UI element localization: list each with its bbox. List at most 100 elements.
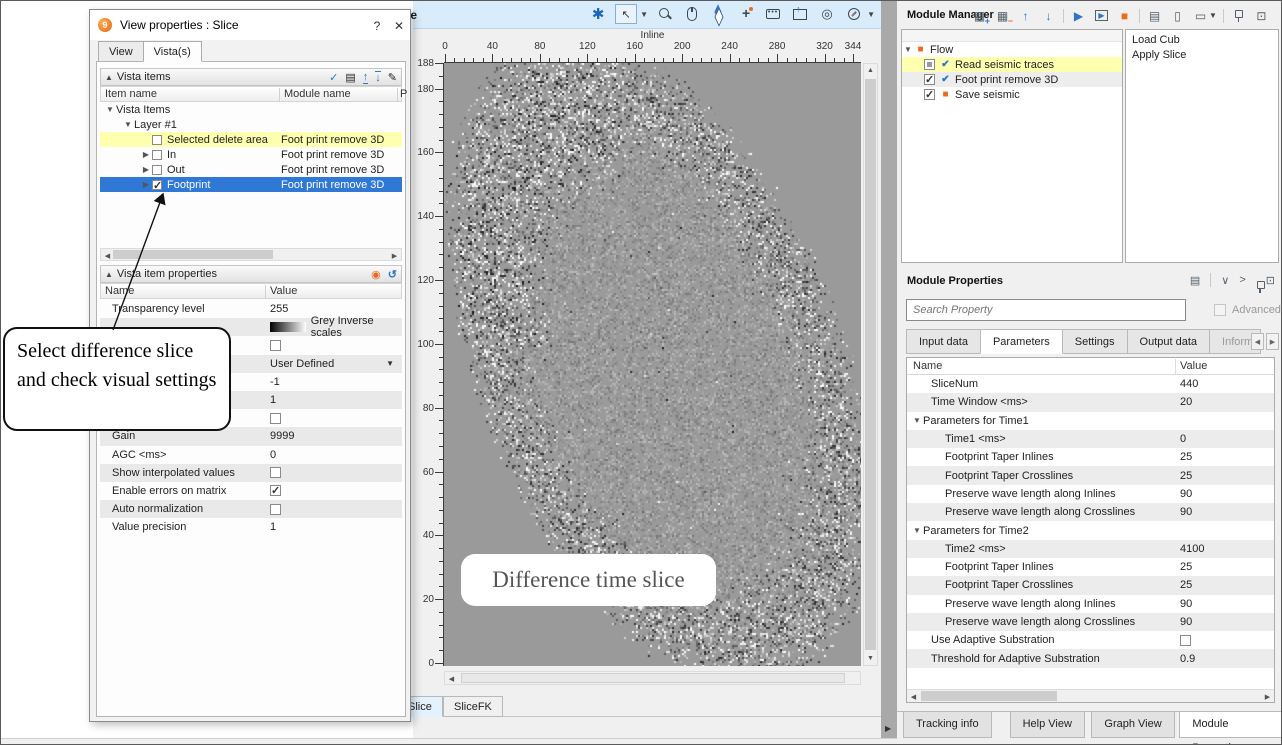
move-down-icon[interactable]: ↓ bbox=[1040, 7, 1057, 24]
expander-icon[interactable]: ▶ bbox=[140, 150, 152, 159]
property-row[interactable]: AGC <ms>0 bbox=[100, 446, 402, 464]
module-checkbox[interactable] bbox=[924, 89, 935, 100]
collapse-icon[interactable]: ▲ bbox=[105, 270, 113, 279]
tab-help-view[interactable]: Help View bbox=[1010, 712, 1085, 738]
chevron-down-icon[interactable]: ∨ bbox=[1221, 274, 1229, 287]
tab-scroll-right-icon[interactable]: ▶ bbox=[1266, 333, 1279, 350]
scroll-down-icon[interactable]: ▼ bbox=[864, 652, 877, 665]
item-checkbox[interactable] bbox=[152, 150, 162, 160]
tree-row[interactable]: ▶FootprintFoot print remove 3D bbox=[100, 177, 402, 192]
param-row[interactable]: Footprint Taper Inlines25 bbox=[907, 558, 1274, 576]
param-row[interactable]: Preserve wave length along Crosslines90 bbox=[907, 503, 1274, 521]
compass-icon[interactable] bbox=[844, 4, 864, 24]
param-row[interactable]: SliceNum440 bbox=[907, 375, 1274, 393]
help-button[interactable]: ? bbox=[368, 17, 386, 35]
stop-icon[interactable]: ■ bbox=[1116, 7, 1133, 24]
param-row[interactable]: Preserve wave length along Inlines90 bbox=[907, 485, 1274, 503]
tab-module-properties[interactable]: Module Properties bbox=[1179, 712, 1282, 738]
expander-icon[interactable]: ▼ bbox=[104, 105, 116, 114]
vista-items-section-header[interactable]: ▲ Vista items ✓ ▤ ↑ ↓ ✎ bbox=[100, 68, 402, 86]
vista-item-properties-section-header[interactable]: ▲ Vista item properties ◉ ↺ bbox=[100, 265, 402, 283]
horizontal-scrollbar-thumb[interactable] bbox=[461, 673, 845, 683]
undo-icon[interactable]: ↺ bbox=[388, 268, 397, 281]
target-icon[interactable]: ◉ bbox=[371, 268, 381, 281]
property-row[interactable]: Enable errors on matrix bbox=[100, 482, 402, 500]
flow-row[interactable]: ▼■Flow bbox=[902, 42, 1122, 57]
param-row[interactable]: Preserve wave length along Crosslines90 bbox=[907, 613, 1274, 631]
expander-icon[interactable]: ▶ bbox=[140, 180, 152, 189]
param-row[interactable]: ▼Parameters for Time2 bbox=[907, 521, 1274, 539]
run-into-icon[interactable]: ▶ bbox=[1093, 7, 1110, 24]
param-row[interactable]: Use Adaptive Substration bbox=[907, 631, 1274, 649]
pin-icon[interactable] bbox=[1230, 7, 1247, 24]
tab-slicefk[interactable]: SliceFK bbox=[443, 696, 503, 717]
move-down-icon[interactable]: ↓ bbox=[375, 71, 381, 84]
item-checkbox[interactable] bbox=[152, 165, 162, 175]
value-checkbox[interactable] bbox=[270, 485, 281, 496]
tree-horizontal-scrollbar[interactable]: ◀ ▶ bbox=[100, 248, 402, 261]
property-row[interactable]: Value precision1 bbox=[100, 518, 402, 536]
value-checkbox[interactable] bbox=[270, 467, 281, 478]
tree-row[interactable]: ▼Layer #1 bbox=[100, 117, 402, 132]
flow-list-icon[interactable]: ▤ bbox=[1146, 7, 1163, 24]
param-row[interactable]: Footprint Taper Crosslines25 bbox=[907, 466, 1274, 484]
eraser-icon[interactable]: ✎ bbox=[388, 71, 397, 84]
vertical-scrollbar[interactable]: ▲ ▼ bbox=[863, 63, 878, 666]
float-icon[interactable]: ⊡ bbox=[1253, 7, 1270, 24]
tab-vista(s)[interactable]: Vista(s) bbox=[143, 41, 202, 62]
parameters-horizontal-scrollbar[interactable]: ◀ ▶ bbox=[907, 689, 1274, 702]
value-checkbox[interactable] bbox=[270, 340, 281, 351]
tab-tracking-info[interactable]: Tracking info bbox=[903, 712, 992, 738]
window-layout-icon[interactable]: ▭ bbox=[1192, 7, 1209, 24]
item-checkbox[interactable] bbox=[152, 135, 162, 145]
expander-icon[interactable]: ▶ bbox=[140, 165, 152, 174]
tab-scroll-right-icon[interactable]: ▶ bbox=[885, 724, 891, 733]
flow-row[interactable]: ■Save seismic bbox=[902, 87, 1122, 102]
scrollbar-thumb[interactable] bbox=[921, 691, 1057, 701]
expander-icon[interactable]: ▼ bbox=[911, 526, 923, 535]
value-checkbox[interactable] bbox=[270, 504, 281, 515]
tab-view[interactable]: View bbox=[98, 41, 144, 62]
tab-scroll-left-icon[interactable]: ◀ bbox=[1251, 333, 1264, 350]
dialog-titlebar[interactable]: 9 View properties : Slice ? ✕ bbox=[90, 10, 410, 40]
float-icon[interactable]: ⊡ bbox=[1266, 274, 1275, 287]
param-row[interactable]: Threshold for Adaptive Substration0.9 bbox=[907, 649, 1274, 667]
param-row[interactable]: Preserve wave length along Inlines90 bbox=[907, 595, 1274, 613]
scroll-left-icon[interactable]: ◀ bbox=[907, 690, 920, 703]
tab-graph-view[interactable]: Graph View bbox=[1091, 712, 1174, 738]
new-document-icon[interactable]: ▯ bbox=[1169, 7, 1186, 24]
item-checkbox[interactable] bbox=[152, 180, 162, 190]
tree-row[interactable]: Selected delete areaFoot print remove 3D bbox=[100, 132, 402, 147]
tab-input-data[interactable]: Input data bbox=[906, 329, 981, 354]
property-row[interactable]: Auto normalization bbox=[100, 500, 402, 518]
remove-module-icon[interactable]: ▦− bbox=[994, 7, 1011, 24]
scrollbar-thumb[interactable] bbox=[113, 250, 273, 259]
expander-icon[interactable]: ▼ bbox=[122, 120, 134, 129]
tree-row[interactable]: ▼Vista Items bbox=[100, 102, 402, 117]
tab-output-data[interactable]: Output data bbox=[1127, 329, 1211, 354]
fit-view-button[interactable]: ↖ bbox=[615, 4, 637, 24]
scroll-right-icon[interactable]: ▶ bbox=[1261, 690, 1274, 703]
chevron-right-icon[interactable]: > bbox=[1239, 274, 1245, 286]
value-checkbox[interactable] bbox=[270, 413, 281, 424]
settings-gear-icon[interactable]: ✱ bbox=[588, 4, 608, 24]
comment-icon[interactable]: ••• bbox=[763, 4, 783, 24]
scroll-up-icon[interactable]: ▲ bbox=[864, 64, 877, 77]
module-checkbox[interactable] bbox=[924, 74, 935, 85]
tree-row[interactable]: ▶InFoot print remove 3D bbox=[100, 147, 402, 162]
crosshair-pick-icon[interactable]: + bbox=[736, 4, 756, 24]
layers-icon[interactable] bbox=[709, 4, 729, 24]
zoom-icon[interactable] bbox=[655, 4, 675, 24]
record-icon[interactable]: ◎ bbox=[817, 4, 837, 24]
panel-splitter[interactable] bbox=[881, 1, 897, 738]
expander-icon[interactable]: ▼ bbox=[911, 416, 923, 425]
scroll-left-icon[interactable]: ◀ bbox=[445, 672, 458, 685]
run-icon[interactable]: ▶ bbox=[1070, 7, 1087, 24]
expander-icon[interactable]: ▼ bbox=[902, 45, 914, 54]
task-item[interactable]: Apply Slice bbox=[1132, 48, 1272, 63]
move-up-icon[interactable]: ↑ bbox=[1017, 7, 1034, 24]
value-checkbox[interactable] bbox=[1180, 635, 1191, 646]
flow-row[interactable]: ✔Read seismic traces bbox=[902, 57, 1122, 72]
combo-dropdown-icon[interactable]: ▼ bbox=[386, 359, 394, 368]
check-icon[interactable]: ✓ bbox=[329, 71, 338, 84]
